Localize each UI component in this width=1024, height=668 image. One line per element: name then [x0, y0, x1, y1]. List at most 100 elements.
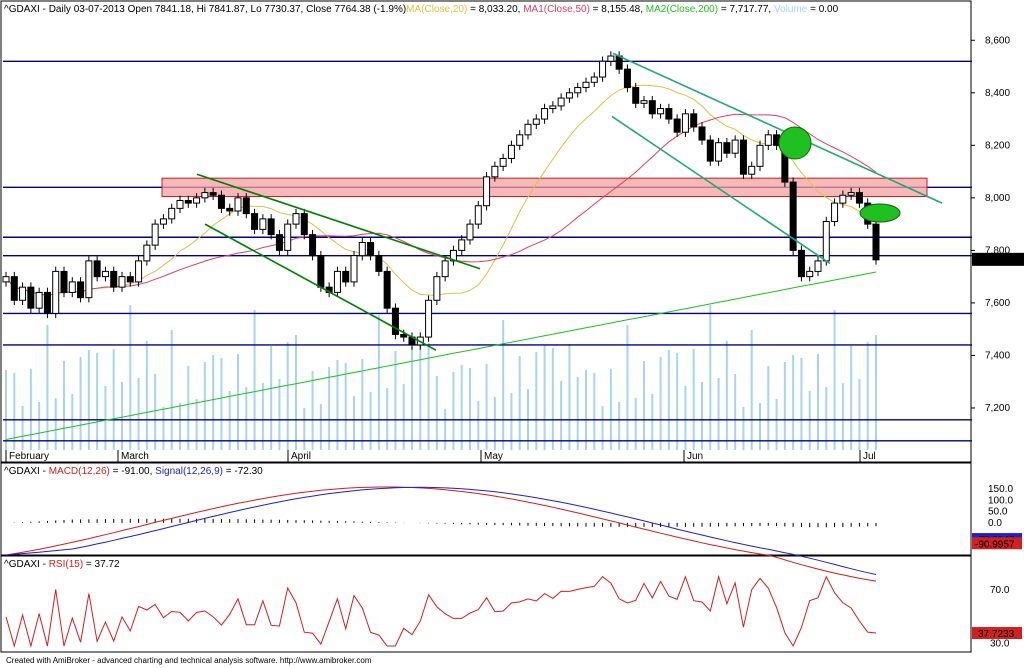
volume-bar: [543, 345, 546, 450]
volume-bar: [179, 403, 181, 450]
volume-bar: [87, 350, 90, 450]
volume-bar: [112, 349, 115, 450]
candle-body: [52, 270, 60, 314]
volume-bar: [618, 402, 621, 450]
rsi-tick-label: 70.0: [990, 585, 1010, 596]
candle-body: [739, 139, 747, 175]
volume-bar: [601, 406, 604, 450]
ma50-label: MA1(Close,50): [523, 4, 590, 15]
candle-body: [690, 113, 698, 128]
volume-bar: [170, 330, 173, 450]
last-price-label: 7,764.38: [976, 255, 1015, 266]
volume-bar: [568, 344, 571, 450]
rsi-value: = 37.72: [83, 559, 120, 570]
candle-body: [582, 81, 590, 89]
candle-body: [673, 118, 681, 133]
macd-tick-label: 50.0: [988, 507, 1008, 518]
candle-body: [60, 270, 68, 293]
volume-bar: [54, 398, 57, 450]
signal-label: Signal(12,26,9): [155, 466, 223, 477]
volume-bar: [328, 367, 331, 450]
candle-body: [176, 199, 184, 209]
volume-bar: [709, 305, 712, 450]
volume-bar: [643, 361, 645, 450]
candle-body: [168, 207, 176, 220]
volume-bar: [477, 401, 480, 450]
candle-body: [292, 213, 300, 225]
candle-body: [367, 242, 375, 257]
ma50-value: = 8,155.48,: [590, 4, 646, 15]
candle-body: [110, 270, 118, 288]
volume-bar: [79, 357, 82, 450]
rsi-header: ^GDAXI - RSI(15) = 37.72: [4, 559, 120, 570]
volume-bar: [295, 335, 297, 450]
volume-bar: [742, 407, 745, 450]
candle-body: [599, 60, 607, 78]
volume-bar: [344, 363, 347, 450]
volume-bar: [452, 372, 455, 450]
volume-bar: [750, 330, 753, 450]
volume-bar: [162, 407, 165, 450]
candle-body: [698, 126, 706, 141]
volume-bar: [759, 403, 761, 450]
ma20-label: MA(Close,20): [406, 4, 467, 15]
candle-body: [118, 276, 126, 288]
candle-body: [342, 270, 350, 283]
candle-body: [483, 176, 491, 207]
macd-label: MACD(12,26): [49, 466, 110, 477]
highlight-ellipse: [859, 203, 901, 223]
volume-bar: [394, 351, 397, 450]
volume-bar: [609, 369, 612, 450]
candle-body: [491, 165, 499, 178]
volume-bar: [377, 315, 380, 450]
volume-bar: [518, 356, 521, 450]
highlight-ellipse: [778, 126, 812, 160]
candle-body: [251, 213, 259, 230]
volume-label: Volume: [774, 4, 808, 15]
candle-body: [267, 218, 275, 236]
footer-credit: Created with AmiBroker - advanced charti…: [6, 656, 372, 665]
ma200-value: = 7,717.77,: [718, 4, 774, 15]
volume-bar: [303, 408, 306, 450]
volume-bar: [145, 341, 148, 450]
volume-bar: [261, 383, 264, 450]
volume-bar: [63, 361, 65, 450]
rsi-prefix: ^GDAXI -: [4, 559, 49, 570]
volume-bar: [792, 355, 795, 450]
volume-bar: [5, 370, 7, 450]
candle-body: [300, 213, 308, 236]
candle-body: [193, 197, 201, 204]
candle-body: [143, 244, 151, 262]
volume-bar: [311, 371, 314, 450]
candle-body: [425, 299, 433, 338]
candle-body: [756, 144, 764, 167]
candle-body: [499, 157, 507, 167]
volume-bar: [21, 406, 24, 450]
candle-body: [77, 281, 85, 299]
candle-body: [872, 223, 880, 261]
candle-body: [632, 87, 640, 104]
candle-body: [201, 192, 209, 199]
month-label: Jul: [863, 451, 876, 462]
candle-body: [68, 281, 76, 293]
volume-bar: [875, 335, 877, 450]
candle-body: [516, 134, 524, 146]
volume-bar: [551, 348, 554, 450]
volume-bar: [493, 397, 496, 450]
candle-body: [565, 92, 573, 99]
candle-body: [764, 134, 772, 146]
volume-bar: [841, 383, 844, 450]
volume-bar: [692, 349, 695, 450]
volume-bar: [286, 342, 289, 450]
volume-bar: [659, 357, 662, 450]
price-tick-label: 8,600: [985, 35, 1010, 46]
price-tick-label: 8,400: [985, 88, 1010, 99]
month-label: Jun: [687, 451, 703, 462]
volume-bar: [775, 399, 778, 450]
macd-header: ^GDAXI - MACD(12,26) = -91.00, Signal(12…: [4, 466, 263, 477]
candle-body: [2, 276, 10, 283]
candle-body: [101, 270, 109, 278]
volume-bar: [353, 396, 355, 450]
volume-bar: [154, 374, 157, 450]
candle-body: [607, 55, 615, 62]
